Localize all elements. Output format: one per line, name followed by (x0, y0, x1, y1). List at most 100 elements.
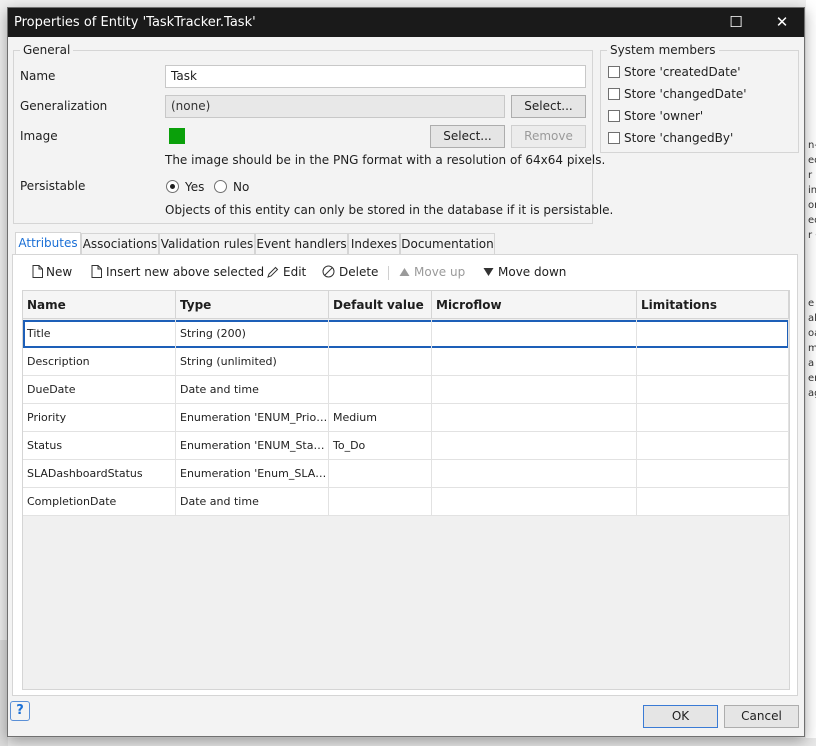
persistable-no-radio[interactable] (214, 180, 227, 193)
table-cell-microflow (432, 460, 637, 488)
new-document-icon (32, 265, 43, 278)
system-member-label[interactable]: Store 'changedDate' (624, 87, 747, 101)
background-text-fragment: a u (808, 358, 816, 369)
tab-attributes[interactable]: Attributes (15, 232, 81, 255)
attributes-grid[interactable]: Name Type Default value Microflow Limitation… (22, 290, 790, 690)
column-header[interactable]: Type (176, 291, 329, 319)
system-member-checkbox[interactable] (608, 110, 620, 122)
image-preview (169, 128, 185, 144)
tab-validation-rules[interactable]: Validation rules (159, 233, 255, 255)
table-cell-name: SLADashboardStatus (23, 460, 176, 488)
generalization-label: Generalization (20, 99, 108, 113)
table-cell-type: Enumeration 'Enum_SLADa... (176, 460, 329, 488)
title-bar: Properties of Entity 'TaskTracker.Task' … (8, 8, 804, 37)
ok-button[interactable]: OK (643, 705, 718, 728)
system-member-label[interactable]: Store 'createdDate' (624, 65, 741, 79)
table-cell-default (329, 488, 432, 516)
table-cell-name: CompletionDate (23, 488, 176, 516)
tab-indexes[interactable]: Indexes (348, 233, 400, 255)
background-text-fragment: ed (808, 155, 816, 166)
column-header[interactable]: Name (23, 291, 176, 319)
image-select-button[interactable]: Select... (430, 125, 505, 148)
persistable-yes-radio[interactable] (166, 180, 179, 193)
delete-button[interactable]: Delete (322, 262, 378, 282)
persistable-hint: Objects of this entity can only be store… (165, 203, 614, 217)
table-cell-type: Enumeration 'ENUM_Status' (176, 432, 329, 460)
table-cell-limitations (637, 488, 789, 516)
table-row[interactable]: Priority Enumeration 'ENUM_Priority' Mediu… (23, 404, 789, 432)
table-row[interactable]: Status Enumeration 'ENUM_Status' To_Do (23, 432, 789, 460)
table-cell-limitations (637, 460, 789, 488)
table-cell-type: Date and time (176, 376, 329, 404)
edit-button[interactable]: Edit (267, 262, 306, 282)
image-remove-button: Remove (511, 125, 586, 148)
column-header[interactable]: Default value (329, 291, 432, 319)
table-cell-microflow (432, 320, 637, 348)
dialog-title: Properties of Entity 'TaskTracker.Task' (14, 15, 256, 30)
table-cell-limitations (637, 376, 789, 404)
background-text-fragment: oa (808, 328, 816, 339)
maximize-icon[interactable]: ☐ (713, 8, 759, 37)
tab-event-handlers[interactable]: Event handlers (255, 233, 348, 255)
table-cell-default (329, 320, 432, 348)
table-cell-type: Date and time (176, 488, 329, 516)
tab-documentation[interactable]: Documentation (400, 233, 495, 255)
move-up-button: Move up (399, 262, 465, 282)
grid-header: Name Type Default value Microflow Limitation… (23, 291, 789, 319)
table-row[interactable]: CompletionDate Date and time (23, 488, 789, 516)
generalization-select-button[interactable]: Select... (511, 95, 586, 118)
move-down-button[interactable]: Move down (483, 262, 566, 282)
table-cell-type: Enumeration 'ENUM_Priority' (176, 404, 329, 432)
toolbar-separator (388, 266, 389, 280)
background-text-fragment: ed (808, 215, 816, 226)
image-label: Image (20, 129, 58, 143)
triangle-down-icon (483, 268, 494, 276)
system-members-title: System members (607, 43, 719, 57)
background-text-fragment: mb (808, 343, 816, 354)
table-cell-type: String (200) (176, 320, 329, 348)
background-text-fragment: er (808, 373, 816, 384)
background-text-fragment: ink (808, 185, 816, 196)
insert-new-above-button[interactable]: Insert new above selected (91, 262, 264, 282)
table-cell-microflow (432, 488, 637, 516)
table-row[interactable]: Description String (unlimited) (23, 348, 789, 376)
table-cell-type: String (unlimited) (176, 348, 329, 376)
table-row[interactable]: Title String (200) (23, 320, 789, 348)
table-row[interactable]: DueDate Date and time (23, 376, 789, 404)
table-cell-name: Status (23, 432, 176, 460)
table-cell-name: Title (23, 320, 176, 348)
persistable-no-label[interactable]: No (233, 180, 249, 194)
new-button[interactable]: New (32, 262, 72, 282)
system-member-label[interactable]: Store 'changedBy' (624, 131, 733, 145)
table-row[interactable]: SLADashboardStatus Enumeration 'Enum_SLAD… (23, 460, 789, 488)
insert-document-icon (91, 265, 102, 278)
table-cell-default (329, 376, 432, 404)
pencil-icon (267, 266, 279, 278)
system-member-checkbox[interactable] (608, 66, 620, 78)
persistable-label: Persistable (20, 179, 86, 193)
general-group-title: General (20, 43, 74, 57)
table-cell-name: Priority (23, 404, 176, 432)
table-cell-microflow (432, 404, 637, 432)
system-member-label[interactable]: Store 'owner' (624, 109, 703, 123)
table-cell-default (329, 348, 432, 376)
close-icon[interactable]: ✕ (759, 8, 805, 37)
help-icon[interactable]: ? (10, 701, 30, 721)
table-cell-microflow (432, 432, 637, 460)
system-member-checkbox[interactable] (608, 88, 620, 100)
background-text-fragment: ag (808, 388, 816, 399)
table-cell-default (329, 460, 432, 488)
background-text-fragment: alo (808, 313, 816, 324)
system-member-checkbox[interactable] (608, 132, 620, 144)
column-header[interactable]: Limitations (637, 291, 789, 319)
name-label: Name (20, 69, 56, 83)
image-hint: The image should be in the PNG format wi… (165, 153, 606, 167)
table-cell-microflow (432, 376, 637, 404)
name-input[interactable]: Task (165, 65, 586, 88)
cancel-button[interactable]: Cancel (724, 705, 799, 728)
background-text-fragment: r C (808, 230, 816, 241)
column-header[interactable]: Microflow (432, 291, 637, 319)
background-text-fragment: n-p (808, 140, 816, 151)
tab-associations[interactable]: Associations (81, 233, 159, 255)
persistable-yes-label[interactable]: Yes (185, 180, 204, 194)
